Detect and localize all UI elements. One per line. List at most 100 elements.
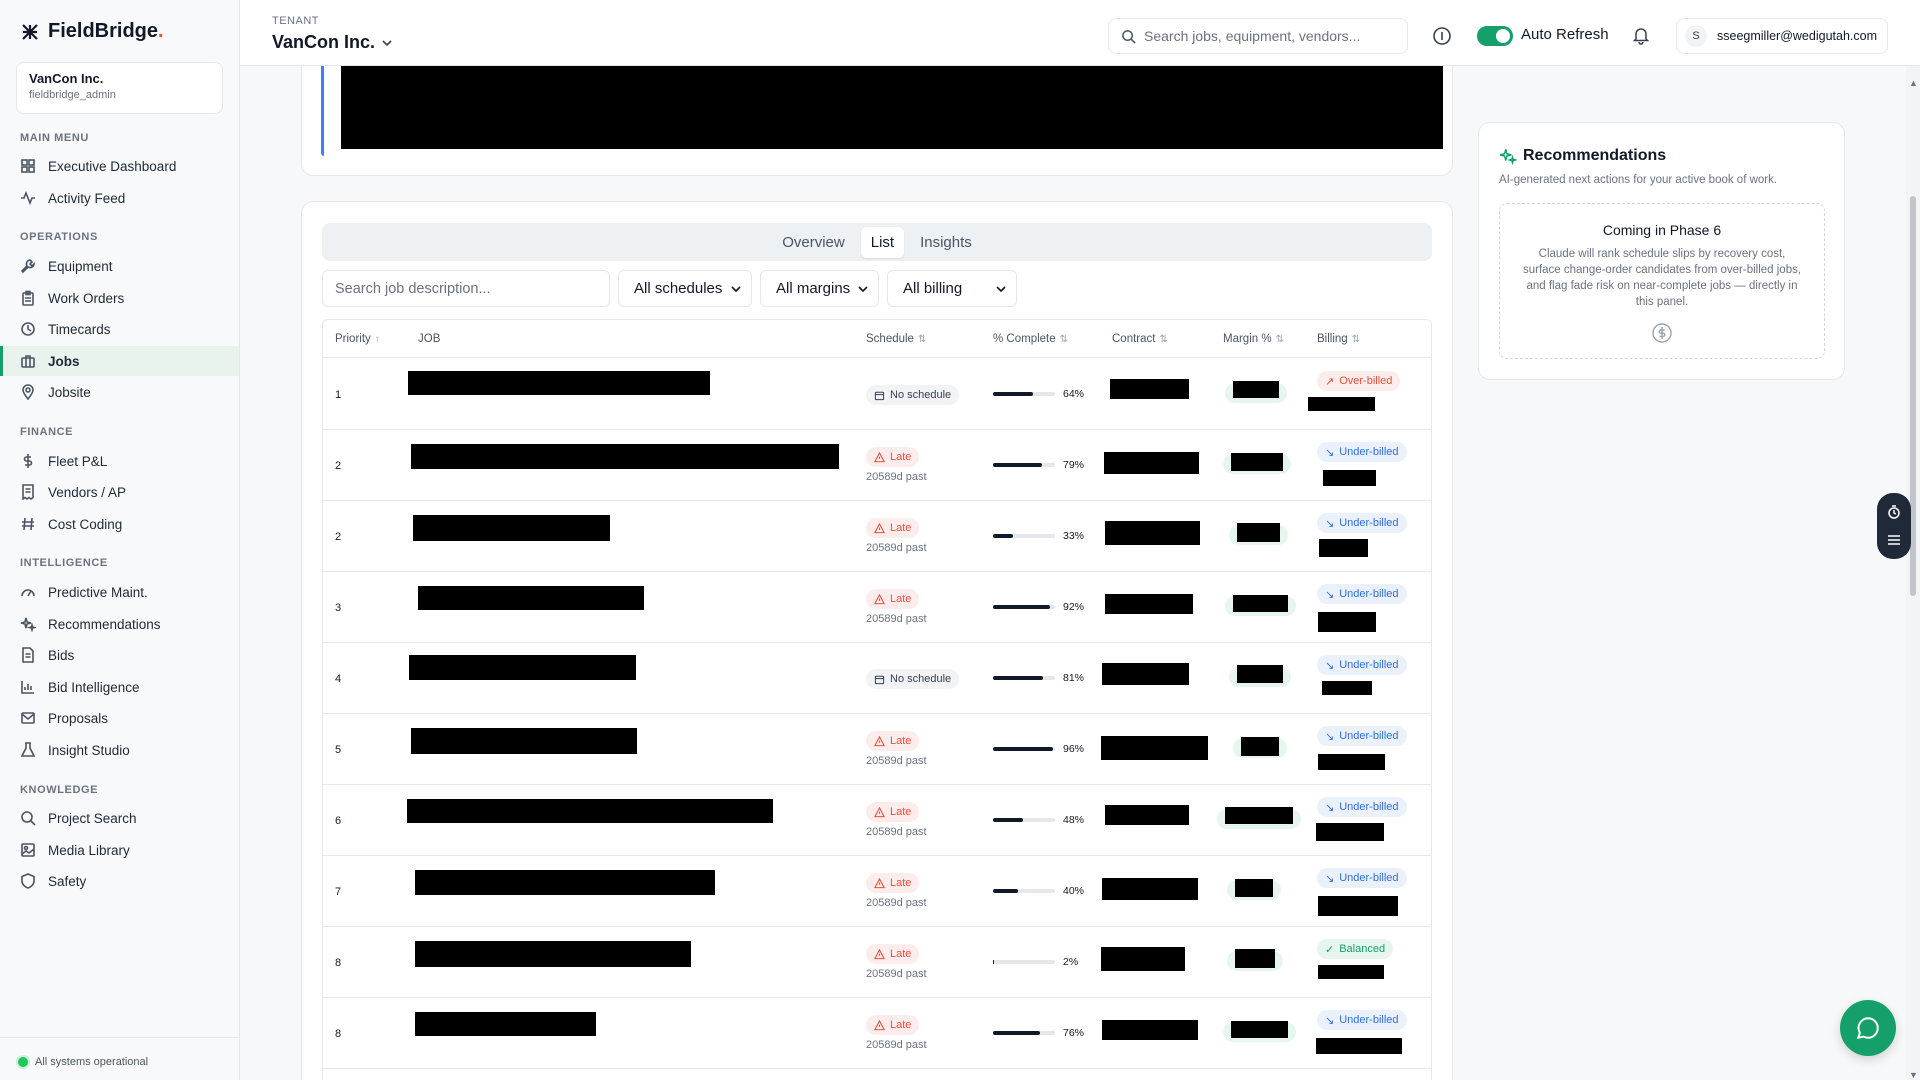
- bell-icon[interactable]: [1631, 25, 1651, 45]
- table-row[interactable]: 8 Late 20589d past 76% ↘ Under-billed: [323, 998, 1431, 1069]
- column-schedule[interactable]: Schedule ⇅: [866, 333, 926, 345]
- job-search-input[interactable]: [322, 270, 610, 307]
- system-status: All systems operational: [18, 1056, 148, 1068]
- app-name: FieldBridge: [48, 20, 159, 42]
- warning-icon: [874, 522, 885, 533]
- redacted-margin: [1233, 381, 1279, 398]
- redacted-job-name: [418, 586, 644, 610]
- timer-icon[interactable]: [1886, 504, 1902, 520]
- sidebar-item-activity-feed[interactable]: Activity Feed: [0, 183, 239, 213]
- progress-bar: [993, 960, 1055, 964]
- floating-tool-widget[interactable]: [1877, 493, 1911, 559]
- billing-filter[interactable]: All billing: [887, 270, 1017, 307]
- column-complete[interactable]: % Complete ⇅: [993, 333, 1068, 345]
- table-row[interactable]: 7 Late 20589d past 40% ↘ Under-billed: [323, 856, 1431, 927]
- sidebar-item-equipment[interactable]: Equipment: [0, 251, 239, 281]
- sort-icon: ⇅: [917, 333, 927, 345]
- receipt-icon: [22, 484, 34, 500]
- table-row[interactable]: 8 Late 20589d past 2% ✓ Balanced: [323, 927, 1431, 998]
- sidebar-item-media-library[interactable]: Media Library: [0, 835, 239, 865]
- priority-value: 1: [335, 389, 342, 401]
- percent-complete: 79%: [1063, 459, 1085, 471]
- sidebar-item-jobsite[interactable]: Jobsite: [0, 377, 239, 407]
- priority-value: 2: [335, 460, 342, 472]
- redacted-contract: [1102, 878, 1198, 900]
- auto-refresh-toggle[interactable]: [1477, 26, 1513, 46]
- mail-icon: [21, 712, 35, 724]
- redacted-margin: [1235, 879, 1273, 897]
- billing-badge-label: Under-billed: [1339, 872, 1399, 884]
- sidebar-item-label: Fleet P&L: [48, 453, 108, 469]
- sidebar-item-label: Timecards: [48, 321, 111, 337]
- tab-list[interactable]: List: [860, 226, 905, 258]
- table-header: Priority ↑ JOB Schedule ⇅ % Complete ⇅ Cont…: [323, 320, 1431, 358]
- chat-button[interactable]: [1840, 1000, 1896, 1056]
- tenant-selector[interactable]: VanCon Inc.: [272, 32, 393, 53]
- scroll-up-icon[interactable]: ▲: [1909, 78, 1918, 88]
- percent-complete: 81%: [1063, 672, 1085, 684]
- sidebar-item-project-search[interactable]: Project Search: [0, 803, 239, 833]
- sidebar-item-label: Jobsite: [48, 384, 91, 400]
- scroll-down-icon[interactable]: ▼: [1909, 1070, 1918, 1080]
- billing-badge: ✓ Balanced: [1317, 939, 1394, 959]
- priority-value: 6: [335, 815, 342, 827]
- recommendations-placeholder: Coming in Phase 6 Claude will rank sched…: [1499, 203, 1825, 359]
- table-row[interactable]: 5 Late 20589d past 96% ↘ Under-billed: [323, 714, 1431, 785]
- tab-insights[interactable]: Insights: [910, 227, 982, 258]
- billing-badge-label: Under-billed: [1339, 446, 1399, 458]
- billing-badge-label: Under-billed: [1339, 517, 1399, 529]
- section-operations: OPERATIONS: [20, 231, 98, 243]
- search-icon: [1122, 29, 1136, 44]
- sidebar-item-fleet-pl[interactable]: Fleet P&L: [0, 446, 239, 476]
- sidebar-item-label: Executive Dashboard: [48, 158, 177, 174]
- column-priority[interactable]: Priority ↑: [335, 333, 380, 345]
- schedule-filter[interactable]: All schedules: [618, 270, 752, 307]
- table-row[interactable]: 6 Late 20589d past 48% ↘ Under-billed: [323, 785, 1431, 856]
- logo-icon: [22, 23, 38, 40]
- chart-icon: [21, 681, 34, 694]
- margin-filter[interactable]: All margins: [760, 270, 879, 307]
- sidebar-item-bid-intelligence[interactable]: Bid Intelligence: [0, 672, 239, 702]
- schedule-detail: 20589d past: [866, 826, 927, 838]
- sidebar-item-safety[interactable]: Safety: [0, 866, 239, 896]
- column-contract[interactable]: Contract ⇅: [1112, 333, 1168, 345]
- schedule-badge: Late: [866, 873, 920, 893]
- sidebar-item-bids[interactable]: Bids: [0, 640, 239, 670]
- list-icon[interactable]: [1886, 532, 1902, 548]
- app-logo[interactable]: FieldBridge.: [20, 20, 164, 43]
- section-intelligence: INTELLIGENCE: [20, 557, 108, 569]
- sidebar-item-jobs[interactable]: Jobs: [0, 346, 239, 376]
- table-row[interactable]: 2 Late 20589d past 79% ↘ Under-billed: [323, 430, 1431, 501]
- sidebar-item-cost-coding[interactable]: Cost Coding: [0, 509, 239, 539]
- wrench-icon: [20, 259, 36, 274]
- sidebar-item-executive-dashboard[interactable]: Executive Dashboard: [0, 151, 239, 181]
- user-menu[interactable]: S sseegmiller@wedigutah.com: [1676, 18, 1888, 54]
- chevron-down-icon: [382, 39, 392, 46]
- priority-value: 8: [335, 1028, 342, 1040]
- sidebar-item-work-orders[interactable]: Work Orders: [0, 283, 239, 313]
- tab-overview[interactable]: Overview: [772, 227, 855, 258]
- sidebar-item-recommendations[interactable]: Recommendations: [0, 609, 239, 639]
- progress-bar: [993, 818, 1055, 822]
- warning-icon: [874, 593, 885, 604]
- info-icon[interactable]: [1432, 26, 1452, 46]
- table-row[interactable]: 1 No schedule 64% ↗ Over-billed: [323, 359, 1431, 430]
- column-margin[interactable]: Margin % ⇅: [1223, 333, 1284, 345]
- sidebar-item-vendors-ap[interactable]: Vendors / AP: [0, 477, 239, 507]
- global-search[interactable]: [1108, 18, 1408, 54]
- tenant-card[interactable]: VanCon Inc. fieldbridge_admin: [16, 62, 223, 114]
- sidebar-item-timecards[interactable]: Timecards: [0, 314, 239, 344]
- page-scrollbar[interactable]: ▲ ▼: [1906, 66, 1920, 1080]
- sidebar-item-proposals[interactable]: Proposals: [0, 703, 239, 733]
- sidebar-item-insight-studio[interactable]: Insight Studio: [0, 735, 239, 765]
- global-search-input[interactable]: [1144, 28, 1384, 44]
- table-row[interactable]: 2 Late 20589d past 33% ↘ Under-billed: [323, 501, 1431, 572]
- redacted-billing-amount: [1318, 896, 1398, 916]
- schedule-badge-label: Late: [890, 451, 912, 463]
- column-billing[interactable]: Billing ⇅: [1317, 333, 1360, 345]
- sidebar-item-predictive-maint[interactable]: Predictive Maint.: [0, 577, 239, 607]
- column-job[interactable]: JOB: [418, 333, 440, 345]
- arrow-up-right-icon: ↗: [1325, 375, 1335, 388]
- table-row[interactable]: 3 Late 20589d past 92% ↘ Under-billed: [323, 572, 1431, 643]
- table-row[interactable]: 4 No schedule 81% ↘ Under-billed: [323, 643, 1431, 714]
